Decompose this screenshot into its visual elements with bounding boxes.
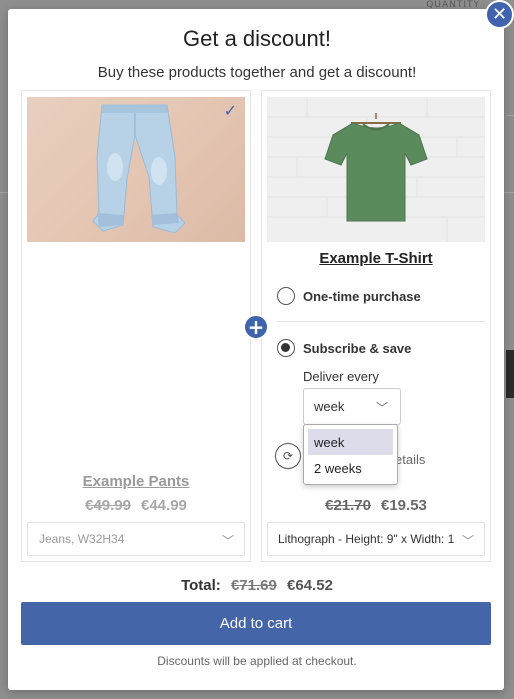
close-icon: ✕: [491, 3, 508, 25]
product-name[interactable]: Example T-Shirt: [262, 250, 490, 267]
chevron-down-icon: ﹀: [461, 534, 474, 548]
radio-label: One-time purchase: [303, 288, 421, 304]
product-card-pants[interactable]: ✓ Example Pants €49.99 €44.99 Jeans, W32H…: [21, 90, 251, 562]
product-price: €49.99 €44.99: [22, 497, 250, 514]
total-new-price: €64.52: [287, 577, 333, 594]
total-price: Total: €71.69 €64.52: [0, 577, 514, 594]
new-price: €44.99: [141, 497, 187, 514]
deliver-frequency-dropdown: week 2 weeks: [303, 424, 398, 485]
dropdown-option-2-weeks[interactable]: 2 weeks: [308, 455, 393, 481]
check-icon[interactable]: ✓: [224, 101, 237, 120]
variant-value: Lithograph - Height: 9" x Width: 1: [278, 532, 455, 546]
subscription-cycle-icon: ⟳: [275, 443, 301, 469]
deliver-every-label: Deliver every: [303, 369, 379, 384]
modal-subtitle: Buy these products together and get a di…: [97, 64, 417, 81]
background-dark-element: [506, 350, 514, 398]
divider: [277, 321, 485, 322]
product-card-tshirt[interactable]: Example T-Shirt One-time purchase Subscr…: [261, 90, 491, 562]
one-time-purchase-radio[interactable]: One-time purchase: [277, 287, 421, 305]
total-label: Total:: [181, 577, 221, 594]
deliver-frequency-select[interactable]: week ﹀: [303, 388, 401, 425]
product-price: €21.70 €19.53: [262, 497, 490, 514]
background-divider-2: [506, 115, 514, 116]
radio-on-icon: [277, 339, 295, 357]
plus-icon: +: [243, 314, 269, 340]
chevron-down-icon: ﹀: [375, 401, 388, 415]
jeans-image: ✓: [27, 97, 245, 242]
tshirt-image: [267, 97, 485, 242]
new-price: €19.53: [381, 497, 427, 514]
radio-off-icon: [277, 287, 295, 305]
checkout-footnote: Discounts will be applied at checkout.: [157, 654, 357, 668]
add-to-cart-button[interactable]: Add to cart: [21, 602, 491, 645]
modal-title: Get a discount!: [183, 26, 331, 51]
old-price: €21.70: [325, 497, 371, 514]
old-price: €49.99: [85, 497, 131, 514]
radio-label: Subscribe & save: [303, 340, 412, 356]
product-name[interactable]: Example Pants: [22, 473, 250, 490]
close-button[interactable]: ✕: [485, 0, 514, 29]
dropdown-option-week[interactable]: week: [308, 429, 393, 455]
variant-value: Jeans, W32H34: [39, 532, 125, 546]
subscription-details-link[interactable]: etails: [395, 452, 425, 467]
total-old-price: €71.69: [230, 577, 277, 594]
subscribe-save-radio[interactable]: Subscribe & save: [277, 339, 411, 357]
deliver-value: week: [314, 399, 345, 414]
variant-select[interactable]: Jeans, W32H34 ﹀: [27, 522, 245, 556]
variant-select[interactable]: Lithograph - Height: 9" x Width: 1 ﹀: [267, 522, 485, 556]
chevron-down-icon: ﹀: [221, 534, 234, 548]
